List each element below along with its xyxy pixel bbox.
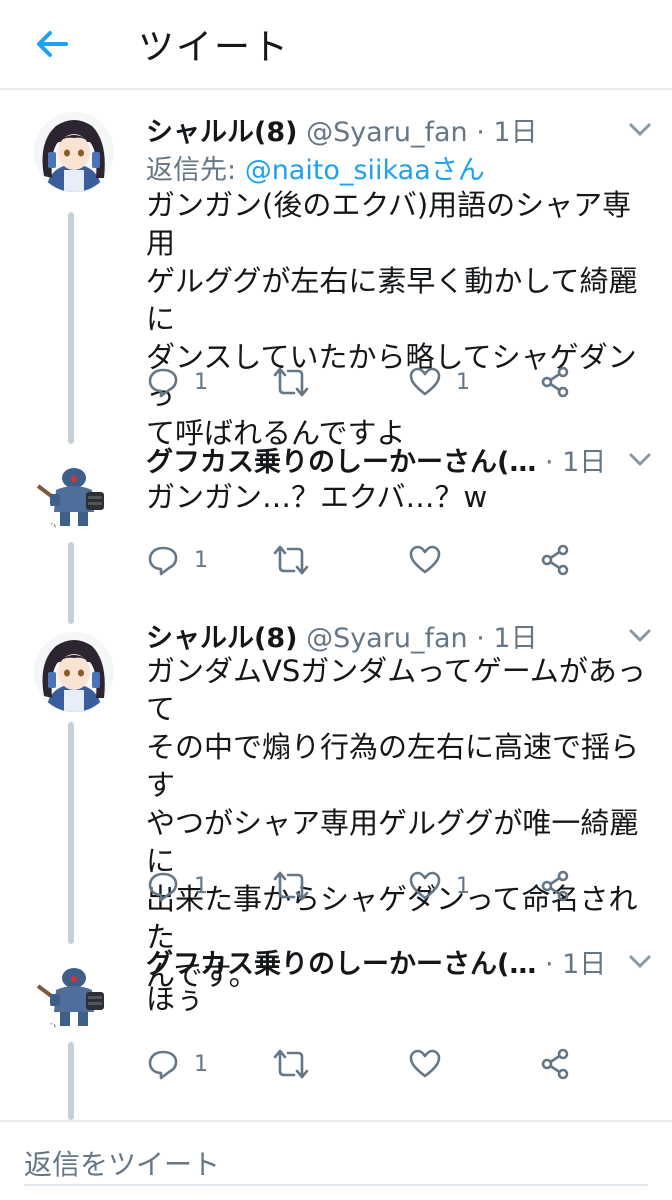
retweet-icon (273, 367, 309, 397)
tweet-menu-button[interactable] (626, 450, 654, 470)
separator: · (476, 117, 485, 148)
thread-connector (68, 542, 74, 624)
retweet-button[interactable] (272, 866, 324, 906)
reply-button[interactable]: 1 (146, 362, 208, 402)
retweet-icon (273, 871, 309, 901)
tweet-text: ガンガン(後のエクバ)用語のシャア専用 ゲルググが左右に素早く動かして綺麗に ダ… (146, 188, 638, 450)
share-icon (541, 544, 569, 576)
share-button[interactable] (538, 540, 572, 580)
reply-to-mention[interactable]: @naito_siikaa (245, 155, 431, 186)
display-name[interactable]: グフカス乗りのしーかーさん(… (146, 949, 536, 980)
page-title: ツイート (138, 27, 291, 68)
retweet-icon (273, 545, 309, 575)
share-button[interactable] (538, 362, 572, 402)
like-icon (409, 871, 441, 900)
like-icon (409, 367, 441, 396)
like-icon (409, 545, 441, 574)
timestamp[interactable]: 1日 (562, 949, 606, 980)
tweet-menu-button[interactable] (626, 120, 654, 140)
separator: · (544, 447, 554, 478)
like-button[interactable]: 1 (408, 362, 470, 402)
share-icon (541, 366, 569, 398)
chevron-down-icon (629, 955, 651, 969)
share-button[interactable] (538, 1044, 572, 1084)
reply-icon (148, 368, 178, 398)
reply-input[interactable] (24, 1134, 648, 1186)
reply-to-suffix: さん (430, 155, 485, 186)
chevron-down-icon (629, 629, 651, 643)
display-name[interactable]: シャルル(8) (146, 623, 297, 654)
reply-composer-bar (0, 1120, 672, 1200)
back-button[interactable] (30, 22, 74, 66)
thread-connector (68, 212, 74, 444)
tweet-header: グフカス乗りのしーかーさん(… · 1日 (146, 440, 666, 478)
tweet-header: グフカス乗りのしーかーさん(… · 1日 (146, 942, 666, 980)
tweet-text: ほぅ (146, 982, 205, 1016)
chevron-down-icon (629, 123, 651, 137)
like-count: 1 (456, 369, 470, 395)
reply-icon (148, 872, 178, 902)
retweet-button[interactable] (272, 540, 324, 580)
share-icon (541, 870, 569, 902)
tweet-header: シャルル(8) @Syaru_fan · 1日 (146, 110, 666, 148)
tweet-actions: 1 1 (146, 362, 646, 402)
share-button[interactable] (538, 866, 572, 906)
reply-button[interactable]: 1 (146, 1044, 208, 1084)
tweet-actions: 1 (146, 1044, 646, 1084)
like-icon (409, 1049, 441, 1078)
like-button[interactable] (408, 540, 456, 580)
avatar[interactable] (34, 112, 114, 192)
tweet-header: シャルル(8) @Syaru_fan · 1日 (146, 616, 666, 654)
avatar[interactable] (34, 452, 114, 532)
retweet-button[interactable] (272, 1044, 324, 1084)
thread-connector (68, 722, 74, 944)
reply-to-prefix: 返信先: (146, 155, 245, 186)
tweet-actions: 1 1 (146, 866, 646, 906)
reply-button[interactable]: 1 (146, 866, 208, 906)
tweet-text: ガンガン…？エクバ…？w (146, 480, 488, 514)
chevron-down-icon (629, 453, 651, 467)
thread-connector (68, 1042, 74, 1120)
display-name[interactable]: グフカス乗りのしーかーさん(… (146, 447, 536, 478)
reply-icon (148, 1050, 178, 1080)
timestamp[interactable]: 1日 (493, 623, 537, 654)
like-button[interactable] (408, 1044, 456, 1084)
avatar[interactable] (34, 952, 114, 1032)
reply-button[interactable]: 1 (146, 540, 208, 580)
user-handle[interactable]: @Syaru_fan (306, 623, 468, 654)
display-name[interactable]: シャルル(8) (146, 117, 297, 148)
reply-count: 1 (194, 1051, 208, 1077)
user-handle[interactable]: @Syaru_fan (306, 117, 468, 148)
reply-count: 1 (194, 873, 208, 899)
reply-count: 1 (194, 547, 208, 573)
reply-icon (148, 546, 178, 576)
reply-to-line: 返信先: @naito_siikaaさん (146, 148, 485, 187)
retweet-icon (273, 1049, 309, 1079)
tweet-actions: 1 (146, 540, 646, 580)
tweet-menu-button[interactable] (626, 626, 654, 646)
separator: · (476, 623, 485, 654)
tweet-menu-button[interactable] (626, 952, 654, 972)
share-icon (541, 1048, 569, 1080)
like-count: 1 (456, 873, 470, 899)
separator: · (544, 949, 554, 980)
reply-count: 1 (194, 369, 208, 395)
back-arrow-icon (37, 31, 68, 57)
header-bar: ツイート (0, 0, 672, 90)
timestamp[interactable]: 1日 (562, 447, 606, 478)
timestamp[interactable]: 1日 (493, 117, 537, 148)
like-button[interactable]: 1 (408, 866, 470, 906)
avatar[interactable] (34, 632, 114, 712)
retweet-button[interactable] (272, 362, 324, 402)
